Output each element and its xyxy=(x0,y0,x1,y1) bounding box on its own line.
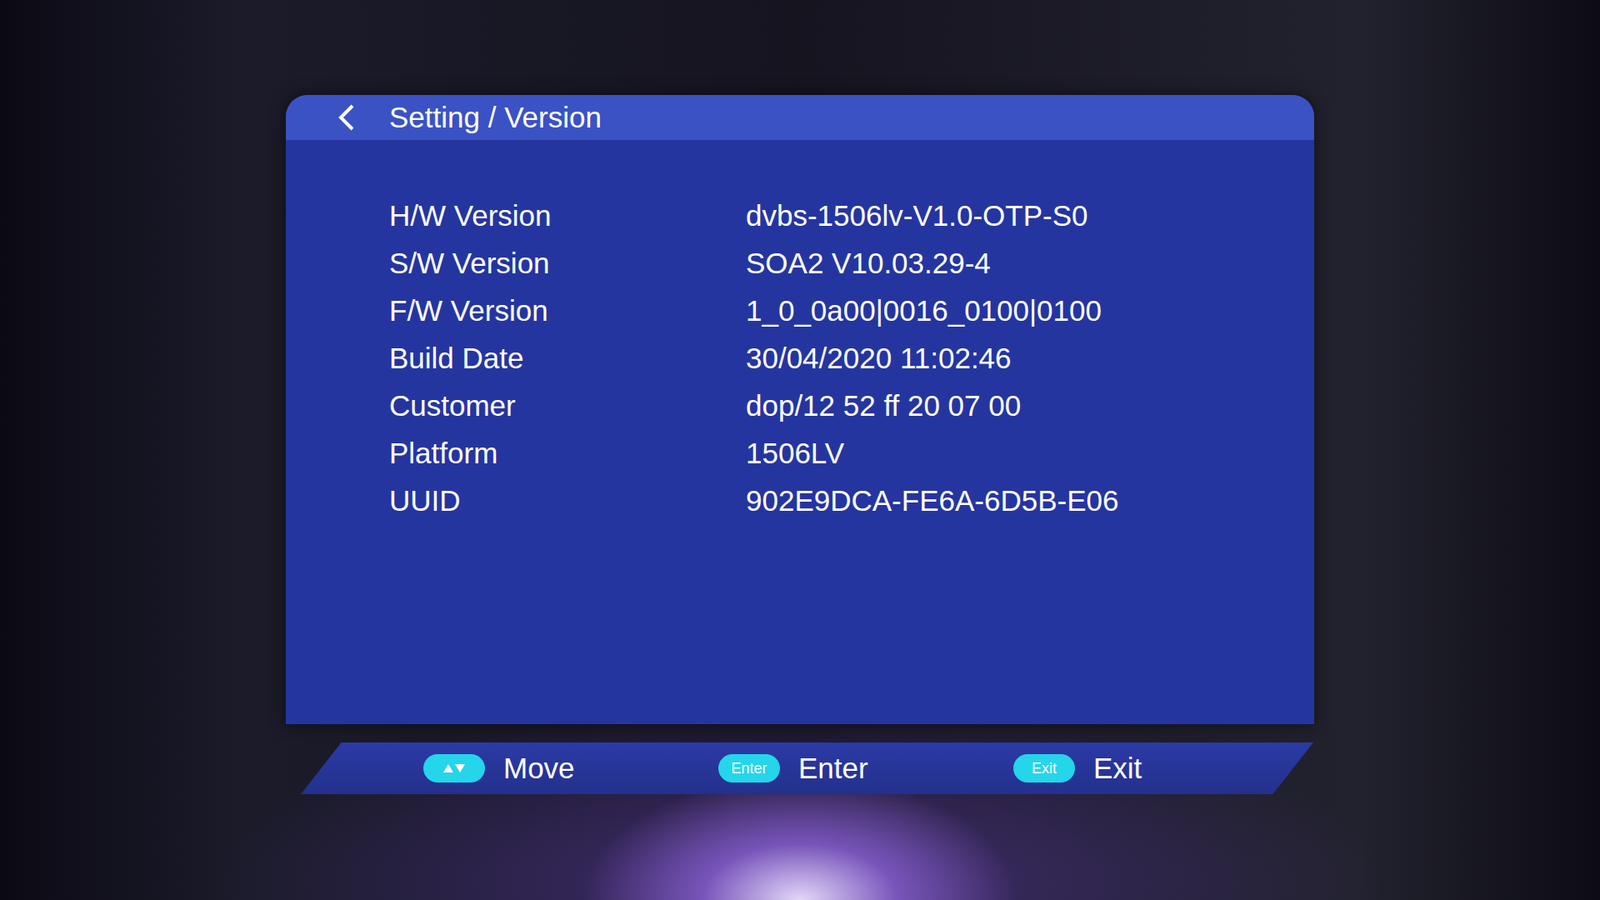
back-icon[interactable] xyxy=(337,103,356,132)
info-label: H/W Version xyxy=(389,196,746,235)
panel-header: Setting / Version xyxy=(285,95,1315,140)
info-label: S/W Version xyxy=(389,244,746,283)
info-value: dvbs-1506lv-V1.0-OTP-S0 xyxy=(745,196,1088,235)
info-label: F/W Version xyxy=(389,291,746,330)
hint-item: Move xyxy=(423,746,719,791)
hint-key[interactable] xyxy=(423,754,485,783)
info-label: Customer xyxy=(389,386,746,425)
info-value: dop/12 52 ff 20 07 00 xyxy=(745,386,1021,425)
info-row: Platform1506LV xyxy=(389,429,1315,477)
info-value: 30/04/2020 11:02:46 xyxy=(745,339,1012,378)
info-label: Build Date xyxy=(389,339,746,378)
info-value: SOA2 V10.03.29-4 xyxy=(745,244,991,283)
hint-label: Move xyxy=(503,746,575,791)
hint-key-text: Enter xyxy=(730,757,767,780)
hint-key[interactable]: Enter xyxy=(718,754,780,783)
info-row: H/W Versiondvbs-1506lv-V1.0-OTP-S0 xyxy=(389,191,1315,240)
info-label: Platform xyxy=(389,434,746,473)
info-label: UUID xyxy=(389,481,746,520)
info-value: 902E9DCA-FE6A-6D5B-E06 xyxy=(745,481,1119,520)
hint-bar: Move Enter Enter Exit Exit xyxy=(300,742,1314,795)
hint-label: Enter xyxy=(798,746,869,791)
info-row: F/W Version1_0_0a00|0016_0100|0100 xyxy=(389,286,1315,335)
hint-label: Exit xyxy=(1093,746,1142,791)
info-list: H/W Versiondvbs-1506lv-V1.0-OTP-S0S/W Ve… xyxy=(285,140,1315,558)
info-row: UUID902E9DCA-FE6A-6D5B-E06 xyxy=(389,476,1315,525)
up-down-arrows-icon xyxy=(441,761,467,775)
hint-item: Enter Enter xyxy=(718,746,1014,791)
info-value: 1506LV xyxy=(745,434,845,473)
info-row: S/W VersionSOA2 V10.03.29-4 xyxy=(389,239,1315,287)
version-panel: Setting / Version H/W Versiondvbs-1506lv… xyxy=(285,95,1315,725)
hint-key[interactable]: Exit xyxy=(1013,754,1075,783)
info-value: 1_0_0a00|0016_0100|0100 xyxy=(745,291,1102,330)
hint-item: Exit Exit xyxy=(1013,746,1309,791)
panel-title: Setting / Version xyxy=(389,95,602,140)
info-row: Build Date30/04/2020 11:02:46 xyxy=(389,334,1315,382)
hint-key-text: Exit xyxy=(1031,757,1057,780)
info-row: Customerdop/12 52 ff 20 07 00 xyxy=(389,381,1315,430)
